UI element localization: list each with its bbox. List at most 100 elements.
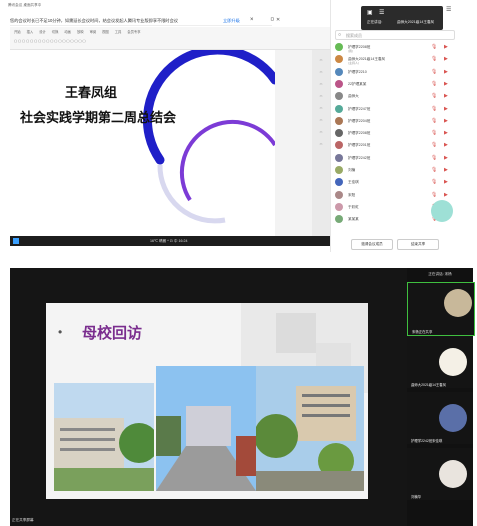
participant-row[interactable]: 护理学2210 🎙 ▶ <box>335 67 453 77</box>
participant-row[interactable]: 曲师大2021级14王春凤 (主持人) 🎙 ▶ <box>335 55 453 65</box>
ribbon-tab[interactable]: 设计 <box>39 29 46 34</box>
avatar <box>439 460 467 488</box>
avatar <box>335 92 343 101</box>
member-search-input[interactable]: ○ 搜索成员 <box>335 30 455 40</box>
participant-row[interactable]: 22护理某某 🎙 ▶ <box>335 79 453 89</box>
mic-muted-icon[interactable]: 🎙 <box>431 192 437 198</box>
camera-off-icon[interactable]: ▶ <box>444 56 448 62</box>
avatar <box>335 129 343 138</box>
mic-muted-icon[interactable]: 🎙 <box>431 81 437 87</box>
ribbon-tab[interactable]: 审阅 <box>90 29 97 34</box>
participant-name: 护理学2208班 <box>348 131 371 136</box>
ribbon-tab[interactable]: 工具 <box>115 29 122 34</box>
camera-off-icon[interactable]: ▶ <box>444 44 448 50</box>
taskbar-tray: 16℃ 晴朗 ^ ⊡ 中 16:24 <box>150 239 188 243</box>
participant-name: 22护理某某 <box>348 81 367 86</box>
camera-off-icon[interactable]: ▶ <box>444 179 448 185</box>
tile-label: 宋杨正在共享 <box>412 330 433 334</box>
ribbon-tab[interactable]: 插入 <box>27 29 34 34</box>
mic-muted-icon[interactable]: 🎙 <box>431 93 437 99</box>
banner-text: 您的会议时长已不足10分钟，如需延长会议时间，结会议发起人腾讯专业版即享不限时会… <box>10 18 178 23</box>
participant-row[interactable]: 护理学2208班 (我) 🎙 ▶ <box>335 43 453 53</box>
ribbon-tab[interactable]: 放映 <box>77 29 84 34</box>
camera-off-icon[interactable]: ▶ <box>444 106 448 112</box>
mic-muted-icon[interactable]: 🎙 <box>431 56 437 62</box>
windows-taskbar: 16℃ 晴朗 ^ ⊡ 中 16:24 <box>10 236 330 246</box>
camera-off-icon[interactable]: ▶ <box>444 130 448 136</box>
avatar <box>335 178 343 187</box>
slide-title: 母校回访 <box>82 325 143 342</box>
camera-off-icon[interactable]: ▶ <box>444 69 448 75</box>
top-screenshot: 腾讯会议 桌面共享中 您的会议时长已不足10分钟，如需延长会议时间，结会议发起人… <box>0 0 477 252</box>
tile-label: 护理学2242班宋佳琪 <box>411 439 443 443</box>
sharing-status: 正在共享屏幕 <box>12 518 34 522</box>
avatar <box>335 104 343 113</box>
mic-muted-icon[interactable]: 🎙 <box>431 69 437 75</box>
speaking-header: 正在讲话: 宋杨 <box>428 272 452 276</box>
school-photo-3 <box>256 366 364 491</box>
school-photo-1 <box>54 383 154 491</box>
participant-role: (我) <box>348 49 353 53</box>
mic-muted-icon[interactable]: 🎙 <box>431 118 437 124</box>
video-tiles: 正在讲话: 宋杨 宋杨正在共享 曲师大2021级14王春凤 护理学2242班宋佳… <box>407 268 475 526</box>
invite-button[interactable]: 邀请会议成员 <box>351 239 393 250</box>
camera-off-icon[interactable]: ▶ <box>444 192 448 198</box>
mic-muted-icon[interactable]: 🎙 <box>431 167 437 173</box>
participant-row[interactable]: 王佳琪 🎙 ▶ <box>335 178 453 187</box>
participant-name: 曲师大 <box>348 94 359 99</box>
participant-row[interactable]: 护理学2204班 🎙 ▶ <box>335 116 453 126</box>
participant-row[interactable]: 护理学2247班 🎙 ▶ <box>335 104 453 114</box>
menu-icon[interactable]: ☰ <box>379 9 384 16</box>
ribbon-tab[interactable]: 会员专享 <box>127 29 140 34</box>
menu-icon[interactable]: ☰ <box>446 6 451 13</box>
ribbon-tab[interactable]: 切换 <box>52 29 59 34</box>
participant-name: 护理学2247班 <box>348 106 371 111</box>
camera-off-icon[interactable]: ▶ <box>444 167 448 173</box>
participant-row[interactable]: 护理学2201班 🎙 ▶ <box>335 141 453 150</box>
slide-title-line1: 王春凤组 <box>65 85 118 100</box>
speaking-popup: ▣ ☰ 正在讲话: 曲师大2021级14王春凤 <box>361 6 443 30</box>
ribbon-tab[interactable]: 开始 <box>14 29 21 34</box>
speaker-name: 曲师大2021级14王春凤 <box>397 20 435 24</box>
mic-muted-icon[interactable]: 🎙 <box>431 179 437 185</box>
participant-row[interactable]: 曲师大 🎙 ▶ <box>335 92 453 101</box>
search-icon: ○ <box>338 32 342 38</box>
camera-off-icon[interactable]: ▶ <box>444 142 448 148</box>
windows-start-icon[interactable] <box>13 238 19 244</box>
participant-row[interactable]: 宋阳 🎙 ▶ <box>335 190 453 200</box>
avatar <box>439 348 467 376</box>
participant-name: 护理学2242班 <box>348 155 371 160</box>
avatar <box>439 404 467 432</box>
ribbon-tab[interactable]: 动画 <box>64 29 71 34</box>
mic-muted-icon[interactable]: 🎙 <box>431 106 437 112</box>
mic-muted-icon[interactable]: 🎙 <box>431 155 437 161</box>
slide-bullet: • <box>58 325 63 339</box>
avatar <box>444 289 472 317</box>
mic-muted-icon[interactable]: 🎙 <box>431 130 437 136</box>
ribbon-tab[interactable]: 视图 <box>102 29 109 34</box>
slide-thumbnails[interactable]: ▭ ▭ ▭ ▭ ▭ ▭ ▭ ▭ <box>312 50 330 236</box>
video-tile[interactable]: 刘楠华 <box>407 448 473 500</box>
participant-row[interactable]: 刘楠 🎙 ▶ <box>335 166 453 175</box>
video-tile[interactable]: 护理学2242班宋佳琪 <box>407 392 473 444</box>
end-share-button[interactable]: 结束共享 <box>397 239 439 250</box>
avatar <box>335 202 343 211</box>
tile-label: 曲师大2021级14王春凤 <box>411 383 447 387</box>
avatar <box>335 116 343 125</box>
grid-icon[interactable]: ▣ <box>367 9 373 16</box>
upgrade-link[interactable]: 立即升级 <box>223 18 240 24</box>
camera-off-icon[interactable]: ▶ <box>444 93 448 99</box>
mic-muted-icon[interactable]: 🎙 <box>431 44 437 50</box>
school-photo-2 <box>156 366 256 491</box>
video-tile[interactable]: 曲师大2021级14王春凤 <box>407 336 473 388</box>
video-tile[interactable]: 宋杨正在共享 <box>407 282 475 336</box>
camera-off-icon[interactable]: ▶ <box>444 155 448 161</box>
window-controls[interactable]: ㅁ ✕ <box>270 16 280 23</box>
participant-row[interactable]: 护理学2242班 🎙 ▶ <box>335 153 453 163</box>
close-icon[interactable]: × <box>250 17 254 23</box>
camera-off-icon[interactable]: ▶ <box>444 81 448 87</box>
participant-row[interactable]: 护理学2208班 🎙 ▶ <box>335 129 453 138</box>
mic-muted-icon[interactable]: 🎙 <box>431 142 437 148</box>
current-slide: 王春凤组 社会实践学期第二周总结会 <box>10 50 275 236</box>
camera-off-icon[interactable]: ▶ <box>444 118 448 124</box>
